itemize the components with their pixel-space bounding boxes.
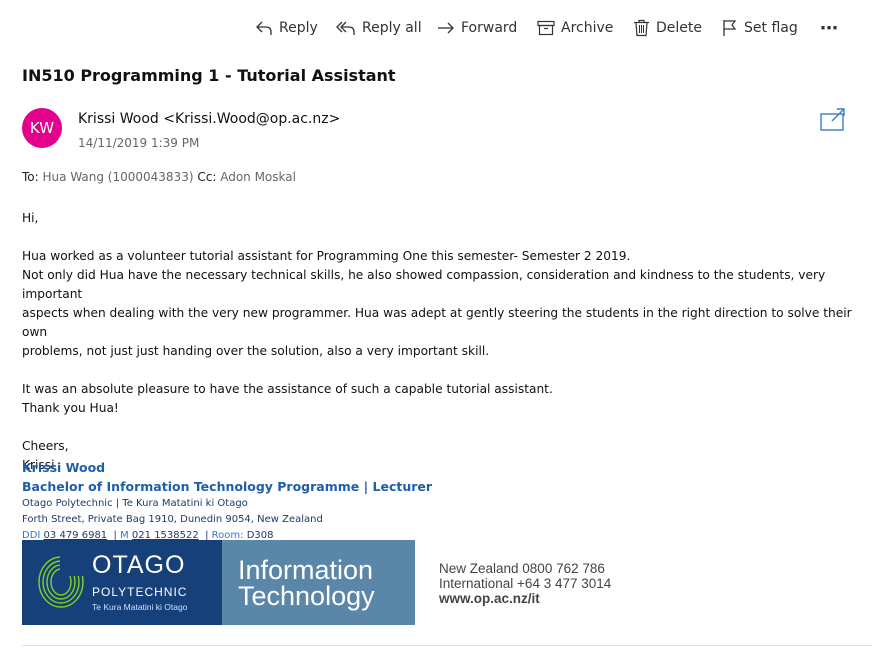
information-technology-panel: Information Technology xyxy=(222,540,415,625)
archive-button[interactable]: Archive xyxy=(537,14,613,42)
delete-button[interactable]: Delete xyxy=(633,14,702,42)
body-line: Thank you Hua! xyxy=(22,401,119,415)
email-date: 14/11/2019 1:39 PM xyxy=(78,136,200,150)
closing: Cheers, xyxy=(22,439,69,453)
recipients-line: To: Hua Wang (1000043833) Cc: Adon Moska… xyxy=(22,170,296,184)
archive-label: Archive xyxy=(561,20,614,36)
trash-icon xyxy=(634,19,649,37)
cc-label: Cc: xyxy=(197,170,217,184)
set-flag-label: Set flag xyxy=(744,20,798,36)
more-options-button[interactable]: ⋯ xyxy=(820,14,838,42)
phone-international: International +64 3 477 3014 xyxy=(439,576,612,591)
reply-label: Reply xyxy=(279,20,318,36)
divider xyxy=(22,645,872,646)
signature-address: Forth Street, Private Bag 1910, Dunedin … xyxy=(22,514,323,525)
signature-org: Otago Polytechnic | Te Kura Matatini ki … xyxy=(22,498,248,509)
archive-icon xyxy=(537,20,555,36)
signature-banner: OTAGO POLYTECHNIC Te Kura Matatini ki Ot… xyxy=(22,540,415,625)
to-recipient[interactable]: Hua Wang (1000043833) xyxy=(43,170,194,184)
body-line: aspects when dealing with the very new p… xyxy=(22,306,852,339)
greeting: Hi, xyxy=(22,211,39,225)
signature-title: Bachelor of Information Technology Progr… xyxy=(22,479,433,494)
forward-label: Forward xyxy=(461,20,518,36)
sender-name[interactable]: Krissi Wood <Krissi.Wood@op.ac.nz> xyxy=(78,111,340,127)
body-line: Hua worked as a volunteer tutorial assis… xyxy=(22,249,631,263)
reply-all-icon xyxy=(336,21,355,35)
to-label: To: xyxy=(22,170,39,184)
body-line: Not only did Hua have the necessary tech… xyxy=(22,268,826,301)
forward-button[interactable]: Forward xyxy=(437,14,517,42)
body-line: problems, not just just handing over the… xyxy=(22,344,490,358)
delete-label: Delete xyxy=(656,20,702,36)
set-flag-button[interactable]: Set flag xyxy=(722,14,798,42)
email-subject: IN510 Programming 1 - Tutorial Assistant xyxy=(22,66,396,85)
popout-icon xyxy=(820,108,845,131)
phone-nz: New Zealand 0800 762 786 xyxy=(439,561,605,576)
message-toolbar: Reply Reply all Forward Archive Delete S… xyxy=(0,14,879,42)
open-in-new-window-button[interactable] xyxy=(820,108,846,136)
flag-icon xyxy=(723,20,737,36)
sender-avatar[interactable]: KW xyxy=(22,108,62,148)
polytechnic-wordmark: POLYTECHNIC xyxy=(92,585,188,599)
swirl-logo-icon xyxy=(38,554,86,608)
otago-wordmark: OTAGO xyxy=(92,551,186,579)
it-line-2: Technology xyxy=(238,581,375,611)
website-link[interactable]: www.op.ac.nz/it xyxy=(439,591,611,606)
it-line-1: Information xyxy=(238,555,374,585)
email-body: Hi, Hua worked as a volunteer tutorial a… xyxy=(22,209,872,475)
reply-icon xyxy=(256,21,272,35)
cc-recipient[interactable]: Adon Moskal xyxy=(220,170,296,184)
body-line: It was an absolute pleasure to have the … xyxy=(22,382,553,396)
signature-name: Krissi Wood xyxy=(22,460,106,475)
otago-polytechnic-logo: OTAGO POLYTECHNIC Te Kura Matatini ki Ot… xyxy=(22,540,222,625)
reply-all-label: Reply all xyxy=(362,20,422,36)
forward-arrow-icon xyxy=(438,22,454,34)
email-signature: Krissi Wood Bachelor of Information Tech… xyxy=(22,458,432,544)
reply-button[interactable]: Reply xyxy=(255,14,318,42)
te-kura-tagline: Te Kura Matatini ki Otago xyxy=(92,602,188,612)
banner-contact: New Zealand 0800 762 786 International +… xyxy=(439,561,611,606)
reply-all-button[interactable]: Reply all xyxy=(336,14,422,42)
more-options-icon: ⋯ xyxy=(820,17,838,39)
